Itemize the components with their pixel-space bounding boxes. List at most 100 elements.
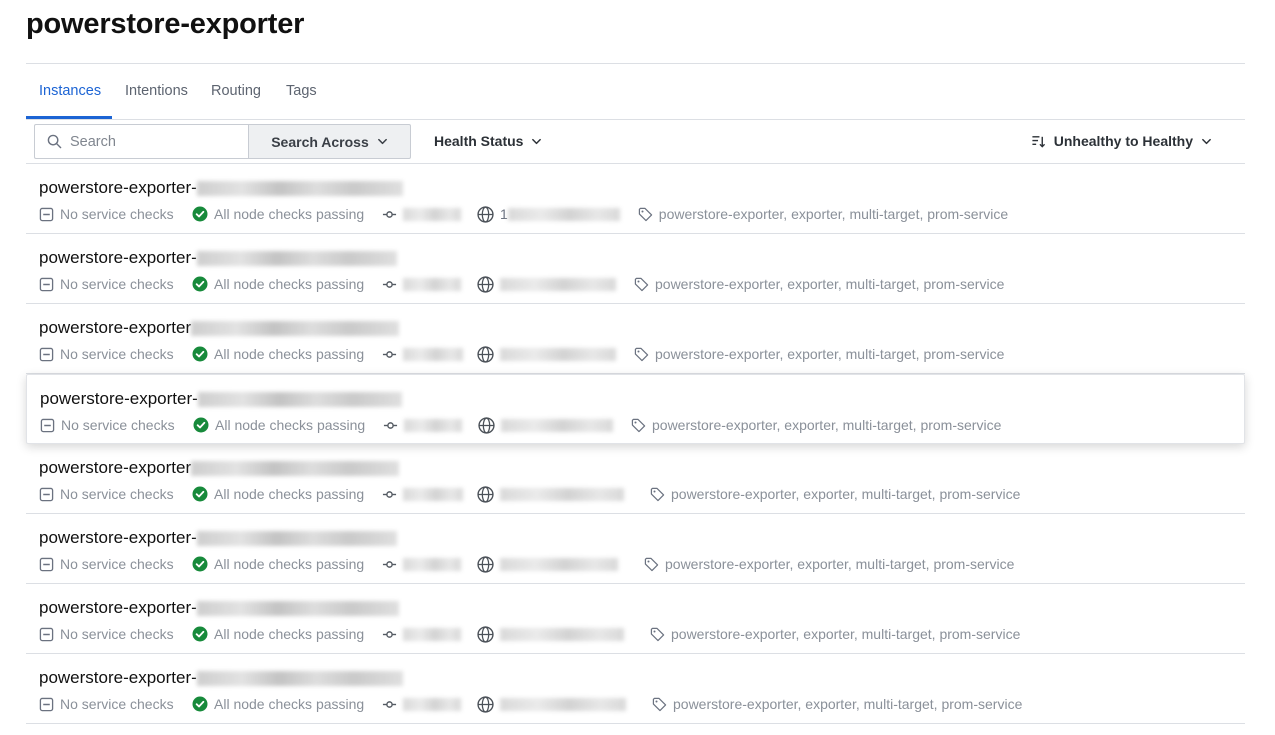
instance-name[interactable]: powerstore-exporter-: [39, 528, 397, 548]
instance-address: [477, 555, 618, 573]
tab-bar: Instances Intentions Routing Tags: [26, 63, 1245, 120]
instance-meta: No service checks All node checks passing…: [39, 344, 1004, 364]
tags-text: powerstore-exporter, exporter, multi-tar…: [655, 346, 1005, 362]
git-commit-icon: [383, 421, 398, 429]
check-circle-icon: [192, 556, 208, 572]
instance-name-text: powerstore-exporter: [39, 458, 192, 477]
globe-icon: [477, 275, 494, 293]
redacted-port: [403, 697, 461, 711]
minus-square-icon: [39, 487, 54, 501]
service-checks-text: No service checks: [60, 486, 174, 502]
instance-name-text: powerstore-exporter-: [40, 389, 198, 408]
redacted-instance-id: [196, 181, 403, 197]
check-circle-icon: [192, 346, 208, 362]
instance-name[interactable]: powerstore-exporter: [39, 458, 400, 478]
instance-list: powerstore-exporter- No service checks All…: [26, 164, 1245, 724]
redacted-instance-id: [196, 531, 397, 547]
service-checks-status: No service checks: [39, 486, 192, 502]
search-input[interactable]: [70, 131, 240, 153]
sort-dropdown[interactable]: Unhealthy to Healthy: [1031, 133, 1212, 149]
redacted-instance-id: [197, 392, 402, 408]
redacted-address: [500, 697, 626, 711]
git-commit-icon: [382, 280, 397, 288]
node-checks-status: All node checks passing: [192, 486, 382, 502]
node-checks-status: All node checks passing: [192, 346, 382, 362]
tags-text: powerstore-exporter, exporter, multi-tar…: [673, 696, 1023, 712]
tag-icon: [650, 627, 665, 641]
redacted-address: [500, 557, 618, 571]
tag-icon: [644, 557, 659, 571]
instance-name[interactable]: powerstore-exporter-: [40, 389, 402, 409]
redacted-instance-id: [196, 251, 397, 267]
tab-instances[interactable]: Instances: [39, 83, 101, 99]
instance-name-text: powerstore-exporter-: [39, 668, 197, 687]
minus-square-icon: [39, 347, 54, 361]
instance-address: 1: [477, 205, 620, 223]
instance-name[interactable]: powerstore-exporter-: [39, 248, 397, 268]
service-checks-text: No service checks: [61, 417, 175, 433]
tags-text: powerstore-exporter, exporter, multi-tar…: [652, 417, 1002, 433]
node-checks-text: All node checks passing: [214, 696, 365, 712]
service-checks-text: No service checks: [60, 206, 174, 222]
instance-name-text: powerstore-exporter-: [39, 248, 197, 267]
node-checks-text: All node checks passing: [214, 486, 365, 502]
tags-text: powerstore-exporter, exporter, multi-tar…: [655, 276, 1005, 292]
node-checks-text: All node checks passing: [215, 417, 366, 433]
search-across-dropdown[interactable]: Search Across: [248, 124, 411, 159]
service-checks-status: No service checks: [39, 556, 192, 572]
redacted-address: [501, 418, 613, 432]
service-checks-status: No service checks: [40, 417, 193, 433]
globe-icon: [477, 625, 494, 643]
instance-row[interactable]: powerstore-exporter- No service checks All…: [26, 584, 1245, 654]
instance-port: [382, 697, 477, 712]
instance-meta: No service checks All node checks passing…: [39, 694, 1022, 714]
instance-row[interactable]: powerstore-exporter No service checks All …: [26, 304, 1245, 374]
globe-icon: [477, 345, 494, 363]
minus-square-icon: [40, 418, 55, 432]
active-tab-indicator: [26, 116, 112, 119]
instance-tags: powerstore-exporter, exporter, multi-tar…: [644, 556, 1014, 572]
instance-row[interactable]: powerstore-exporter No service checks All …: [26, 444, 1245, 514]
instance-name[interactable]: powerstore-exporter-: [39, 178, 403, 198]
instance-tags: powerstore-exporter, exporter, multi-tar…: [650, 486, 1020, 502]
node-checks-status: All node checks passing: [192, 696, 382, 712]
instance-row[interactable]: powerstore-exporter- No service checks All…: [26, 164, 1245, 234]
node-checks-status: All node checks passing: [192, 556, 382, 572]
check-circle-icon: [192, 696, 208, 712]
redacted-port: [404, 418, 462, 432]
globe-icon: [477, 695, 494, 713]
tab-tags[interactable]: Tags: [286, 83, 317, 99]
instance-name[interactable]: powerstore-exporter: [39, 318, 400, 338]
instance-name[interactable]: powerstore-exporter-: [39, 598, 399, 618]
redacted-instance-id: [191, 461, 400, 477]
git-commit-icon: [382, 210, 397, 218]
redacted-address: [500, 627, 624, 641]
tab-routing[interactable]: Routing: [211, 83, 261, 99]
tab-intentions[interactable]: Intentions: [125, 83, 188, 99]
service-checks-text: No service checks: [60, 556, 174, 572]
instance-row[interactable]: powerstore-exporter- No service checks All…: [26, 514, 1245, 584]
node-checks-text: All node checks passing: [214, 206, 365, 222]
git-commit-icon: [382, 560, 397, 568]
instance-row[interactable]: powerstore-exporter- No service checks All…: [26, 234, 1245, 304]
instance-row[interactable]: powerstore-exporter- No service checks All…: [26, 654, 1245, 724]
redacted-instance-id: [191, 321, 400, 337]
service-checks-status: No service checks: [39, 626, 192, 642]
node-checks-status: All node checks passing: [193, 417, 383, 433]
minus-square-icon: [39, 557, 54, 571]
instance-name[interactable]: powerstore-exporter-: [39, 668, 403, 688]
tag-icon: [652, 697, 667, 711]
check-circle-icon: [192, 486, 208, 502]
redacted-instance-id: [196, 601, 399, 617]
instance-address: [478, 416, 613, 434]
instance-meta: No service checks All node checks passing…: [39, 624, 1020, 644]
check-circle-icon: [192, 206, 208, 222]
service-checks-status: No service checks: [39, 346, 192, 362]
tag-icon: [650, 487, 665, 501]
instance-meta: No service checks All node checks passing…: [39, 554, 1014, 574]
instance-row[interactable]: powerstore-exporter- No service checks All…: [26, 374, 1245, 444]
health-status-dropdown[interactable]: Health Status: [434, 133, 542, 149]
node-checks-text: All node checks passing: [214, 626, 365, 642]
instance-tags: powerstore-exporter, exporter, multi-tar…: [638, 206, 1008, 222]
tags-text: powerstore-exporter, exporter, multi-tar…: [671, 486, 1021, 502]
